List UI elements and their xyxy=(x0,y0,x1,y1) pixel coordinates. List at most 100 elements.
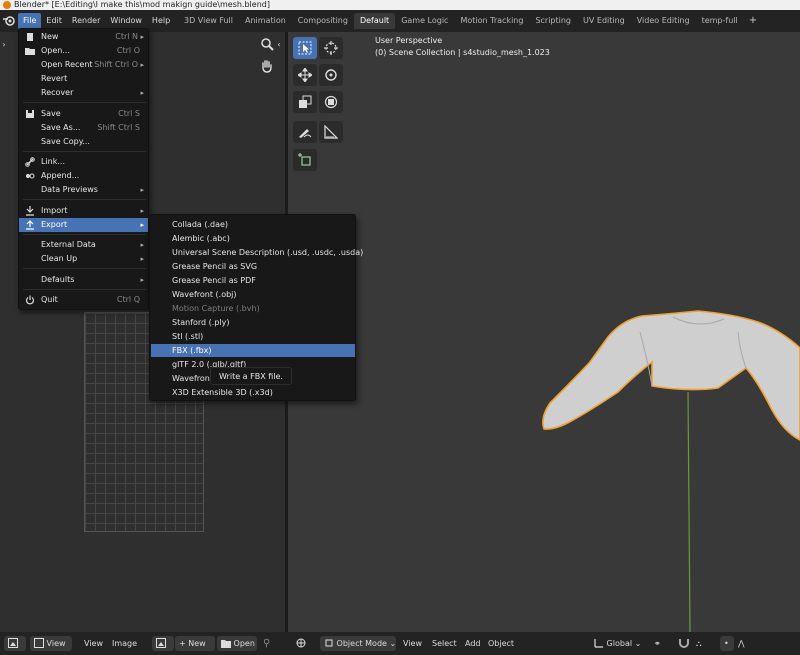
object-mode-select[interactable]: Object Mode ⌄ xyxy=(320,636,396,651)
zoom-icon[interactable] xyxy=(258,37,276,55)
tab-game-logic[interactable]: Game Logic xyxy=(395,13,454,29)
export-fbx[interactable]: FBX (.fbx) xyxy=(151,344,355,357)
tab-compositing[interactable]: Compositing xyxy=(292,13,354,29)
save-file-icon xyxy=(25,109,35,119)
viewport-editor-type-button[interactable] xyxy=(296,636,314,651)
rotate-icon xyxy=(325,69,337,81)
rotate-tool-button[interactable] xyxy=(319,64,343,86)
proportional-dot-icon: • xyxy=(724,639,729,648)
file-menu-quit[interactable]: Quit Ctrl Q xyxy=(19,293,148,307)
add-cube-icon xyxy=(298,153,311,166)
export-usd[interactable]: Universal Scene Description (.usd, .usdc… xyxy=(151,246,363,259)
file-menu-save-copy[interactable]: Save Copy... xyxy=(19,135,148,149)
sidebar-toggle-icon[interactable]: ‹ xyxy=(275,36,283,54)
select-box-tool-button[interactable] xyxy=(293,37,317,59)
plus-icon: + xyxy=(179,639,189,648)
file-menu-clean-up[interactable]: Clean Up ▸ xyxy=(19,252,148,266)
tab-3d-view-full[interactable]: 3D View Full xyxy=(178,13,239,29)
measure-tool-button[interactable] xyxy=(319,121,343,143)
cursor-arrow-icon xyxy=(298,41,312,55)
menu-add[interactable]: Add xyxy=(465,636,481,651)
view-mode-select[interactable]: View xyxy=(30,636,72,651)
transform-orientation-select[interactable]: Global ⌄ xyxy=(594,636,641,651)
snap-toggle-icon[interactable] xyxy=(678,636,690,651)
falloff-curve-icon[interactable]: ⋀ xyxy=(738,636,745,651)
3d-viewport[interactable]: User Perspective (0) Scene Collection | … xyxy=(288,32,800,632)
menu-separator xyxy=(23,234,146,235)
proportional-editing-toggle[interactable]: • xyxy=(720,636,734,651)
annotate-pencil-icon xyxy=(299,129,312,138)
file-menu-open-recent[interactable]: Open Recent Shift Ctrl O ▸ xyxy=(19,58,148,72)
tab-video-editing[interactable]: Video Editing xyxy=(631,13,696,29)
file-menu-import[interactable]: Import ▸ xyxy=(19,204,148,218)
open-folder-icon xyxy=(25,46,35,56)
export-icon xyxy=(25,220,35,230)
open-image-button[interactable]: Open xyxy=(217,636,257,651)
viewport-perspective-label: User Perspective xyxy=(375,36,443,45)
export-stl[interactable]: Stl (.stl) xyxy=(151,330,355,343)
file-menu-save-as[interactable]: Save As... Shift Ctrl S xyxy=(19,121,148,135)
chevron-down-icon: ⌄ xyxy=(634,639,642,648)
blender-app-icon xyxy=(3,1,11,9)
file-menu-revert[interactable]: Revert xyxy=(19,72,148,86)
file-menu-export[interactable]: Export ▸ xyxy=(19,218,148,232)
file-menu-external-data[interactable]: External Data ▸ xyxy=(19,238,148,252)
file-menu-recover[interactable]: Recover ▸ xyxy=(19,86,148,100)
export-alembic[interactable]: Alembic (.abc) xyxy=(151,232,355,245)
blender-logo-icon[interactable] xyxy=(0,10,18,32)
file-menu-data-previews[interactable]: Data Previews ▸ xyxy=(19,183,148,197)
workspace-tabs: 3D View Full Animation Compositing Defau… xyxy=(178,13,762,29)
add-cube-tool-button[interactable] xyxy=(293,149,317,171)
toolbar-toggle-icon[interactable]: › xyxy=(0,36,8,54)
menu-image[interactable]: Image xyxy=(112,636,137,651)
pin-icon[interactable]: ⚲ xyxy=(263,636,270,651)
menu-view-left[interactable]: View xyxy=(84,636,103,651)
export-wavefront-obj[interactable]: Wavefront (.obj) xyxy=(151,288,355,301)
transform-tool-button[interactable] xyxy=(319,91,343,113)
image-browse-button[interactable] xyxy=(152,636,174,651)
menu-help[interactable]: Help xyxy=(147,13,175,29)
pan-hand-icon[interactable] xyxy=(258,59,276,77)
tab-motion-tracking[interactable]: Motion Tracking xyxy=(454,13,529,29)
export-collada[interactable]: Collada (.dae) xyxy=(151,218,355,231)
image-browse-icon xyxy=(156,638,166,648)
menu-file[interactable]: File xyxy=(18,13,42,29)
export-x3d[interactable]: X3D Extensible 3D (.x3d) xyxy=(151,386,355,399)
pivot-point-icon[interactable]: ⚭ xyxy=(654,636,661,651)
file-menu-defaults[interactable]: Defaults ▸ xyxy=(19,273,148,287)
tab-animation[interactable]: Animation xyxy=(239,13,292,29)
menu-render[interactable]: Render xyxy=(67,13,105,29)
export-grease-pencil-svg[interactable]: Grease Pencil as SVG xyxy=(151,260,355,273)
export-grease-pencil-pdf[interactable]: Grease Pencil as PDF xyxy=(151,274,355,287)
scale-tool-button[interactable] xyxy=(293,91,317,113)
file-menu-link[interactable]: Link... xyxy=(19,155,148,169)
menu-view[interactable]: View xyxy=(403,636,422,651)
menu-separator xyxy=(23,268,146,269)
file-menu-save[interactable]: Save Ctrl S xyxy=(19,107,148,121)
menu-separator xyxy=(23,151,146,152)
view-mode-icon xyxy=(34,638,44,648)
menu-window[interactable]: Window xyxy=(105,13,147,29)
snap-target-icon[interactable]: ⛬ xyxy=(696,636,702,651)
tab-uv-editing[interactable]: UV Editing xyxy=(577,13,631,29)
orientation-axis-icon xyxy=(594,639,603,648)
import-icon xyxy=(25,206,35,216)
editor-type-button[interactable] xyxy=(4,636,26,651)
file-menu-append[interactable]: Append... xyxy=(19,169,148,183)
tab-scripting[interactable]: Scripting xyxy=(529,13,577,29)
crosshair-icon xyxy=(324,41,338,55)
file-menu-open[interactable]: Open... Ctrl O xyxy=(19,44,148,58)
file-menu-new[interactable]: New Ctrl N ▸ xyxy=(19,30,148,44)
tab-temp-full[interactable]: temp-full xyxy=(696,13,744,29)
add-workspace-button[interactable]: + xyxy=(744,13,762,29)
tab-default[interactable]: Default xyxy=(353,13,396,29)
menu-object[interactable]: Object xyxy=(488,636,514,651)
y-axis-line xyxy=(687,391,691,632)
cursor-tool-button[interactable] xyxy=(319,37,343,59)
annotate-tool-button[interactable] xyxy=(293,121,317,143)
move-tool-button[interactable] xyxy=(293,64,317,86)
new-image-button[interactable]: + New xyxy=(175,636,215,651)
export-stanford[interactable]: Stanford (.ply) xyxy=(151,316,355,329)
menu-edit[interactable]: Edit xyxy=(41,13,67,29)
menu-select[interactable]: Select xyxy=(432,636,457,651)
